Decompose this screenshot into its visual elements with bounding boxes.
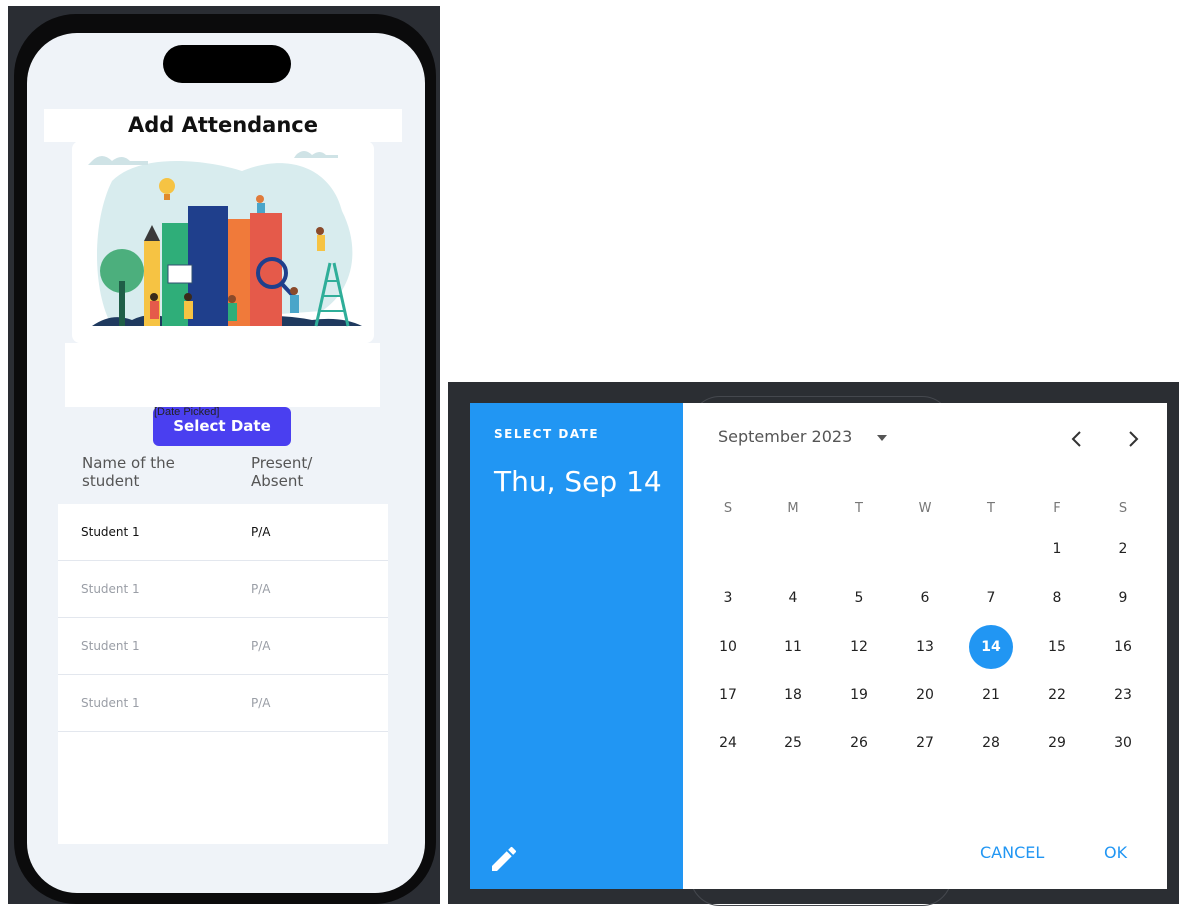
- calendar-day[interactable]: 2: [1101, 527, 1145, 571]
- calendar-day[interactable]: 1: [1035, 527, 1079, 571]
- selected-date-display: Thu, Sep 14: [494, 465, 662, 498]
- books-illustration: [72, 141, 374, 343]
- calendar-day[interactable]: 23: [1101, 673, 1145, 717]
- weekday-label: M: [787, 501, 799, 516]
- weekday-label: S: [1118, 501, 1128, 516]
- student-name: Student 1: [81, 582, 140, 596]
- attendance-status[interactable]: P/A: [251, 504, 271, 560]
- calendar-day[interactable]: 28: [969, 721, 1013, 765]
- weekday-label: T: [855, 501, 863, 516]
- ok-button[interactable]: OK: [1104, 843, 1127, 862]
- calendar-day[interactable]: 15: [1035, 625, 1079, 669]
- calendar-day[interactable]: 9: [1101, 576, 1145, 620]
- calendar-day[interactable]: 26: [837, 721, 881, 765]
- calendar-day[interactable]: 5: [837, 576, 881, 620]
- calendar-day[interactable]: 25: [771, 721, 815, 765]
- calendar-day[interactable]: 3: [706, 576, 750, 620]
- weekday-label: F: [1053, 501, 1061, 516]
- attendance-table: Student 1 P/A Student 1 P/A Student 1 P/…: [58, 504, 388, 844]
- date-picked-label: [Date Picked]: [154, 406, 220, 418]
- calendar-day[interactable]: 4: [771, 576, 815, 620]
- calendar-day[interactable]: 16: [1101, 625, 1145, 669]
- select-date-label: SELECT DATE: [494, 427, 600, 441]
- calendar-day[interactable]: 27: [903, 721, 947, 765]
- attendance-status[interactable]: P/A: [251, 618, 271, 674]
- cancel-button[interactable]: CANCEL: [980, 843, 1044, 862]
- column-header-name: Name of the student: [82, 454, 175, 490]
- attendance-status[interactable]: P/A: [251, 675, 271, 731]
- calendar-day[interactable]: 19: [837, 673, 881, 717]
- table-row[interactable]: Student 1 P/A: [58, 618, 388, 675]
- calendar-day[interactable]: 13: [903, 625, 947, 669]
- student-name: Student 1: [81, 525, 140, 539]
- calendar-day[interactable]: 20: [903, 673, 947, 717]
- calendar-day[interactable]: 8: [1035, 576, 1079, 620]
- calendar-day[interactable]: 10: [706, 625, 750, 669]
- calendar-day[interactable]: 17: [706, 673, 750, 717]
- weekday-label: W: [918, 501, 932, 516]
- date-picker-body: September 2023 SMTWTFS 1 2 3 4 5 6 7 8 9 10 11 12 13…: [683, 403, 1167, 889]
- calendar-day[interactable]: 7: [969, 576, 1013, 620]
- attendance-status[interactable]: P/A: [251, 561, 271, 617]
- calendar-day[interactable]: 11: [771, 625, 815, 669]
- phone-notch: [163, 45, 291, 83]
- page-title: Add Attendance: [44, 109, 402, 142]
- table-row[interactable]: Student 1 P/A: [58, 504, 388, 561]
- caret-down-icon[interactable]: [876, 434, 888, 442]
- calendar-day[interactable]: 22: [1035, 673, 1079, 717]
- weekday-label: S: [723, 501, 733, 516]
- phone-screen: Add Attendance Select Date [Date Picked]…: [27, 33, 425, 893]
- month-year-selector[interactable]: September 2023: [718, 427, 852, 446]
- student-name: Student 1: [81, 639, 140, 653]
- table-row[interactable]: Student 1 P/A: [58, 675, 388, 732]
- calendar-day-selected[interactable]: 14: [969, 625, 1013, 669]
- calendar-day[interactable]: 6: [903, 576, 947, 620]
- pencil-icon[interactable]: [488, 843, 520, 875]
- calendar-day[interactable]: 12: [837, 625, 881, 669]
- calendar-day[interactable]: 24: [706, 721, 750, 765]
- table-row[interactable]: Student 1 P/A: [58, 561, 388, 618]
- chevron-left-icon[interactable]: [1069, 429, 1085, 449]
- calendar-day[interactable]: 18: [771, 673, 815, 717]
- column-header-status: Present/ Absent: [251, 454, 313, 490]
- calendar-day[interactable]: 21: [969, 673, 1013, 717]
- date-picker-header: SELECT DATE Thu, Sep 14: [470, 403, 683, 889]
- calendar-day[interactable]: 29: [1035, 721, 1079, 765]
- weekday-label: T: [987, 501, 995, 516]
- chevron-right-icon[interactable]: [1125, 429, 1141, 449]
- calendar-day[interactable]: 30: [1101, 721, 1145, 765]
- date-display-area: [65, 343, 380, 407]
- student-name: Student 1: [81, 696, 140, 710]
